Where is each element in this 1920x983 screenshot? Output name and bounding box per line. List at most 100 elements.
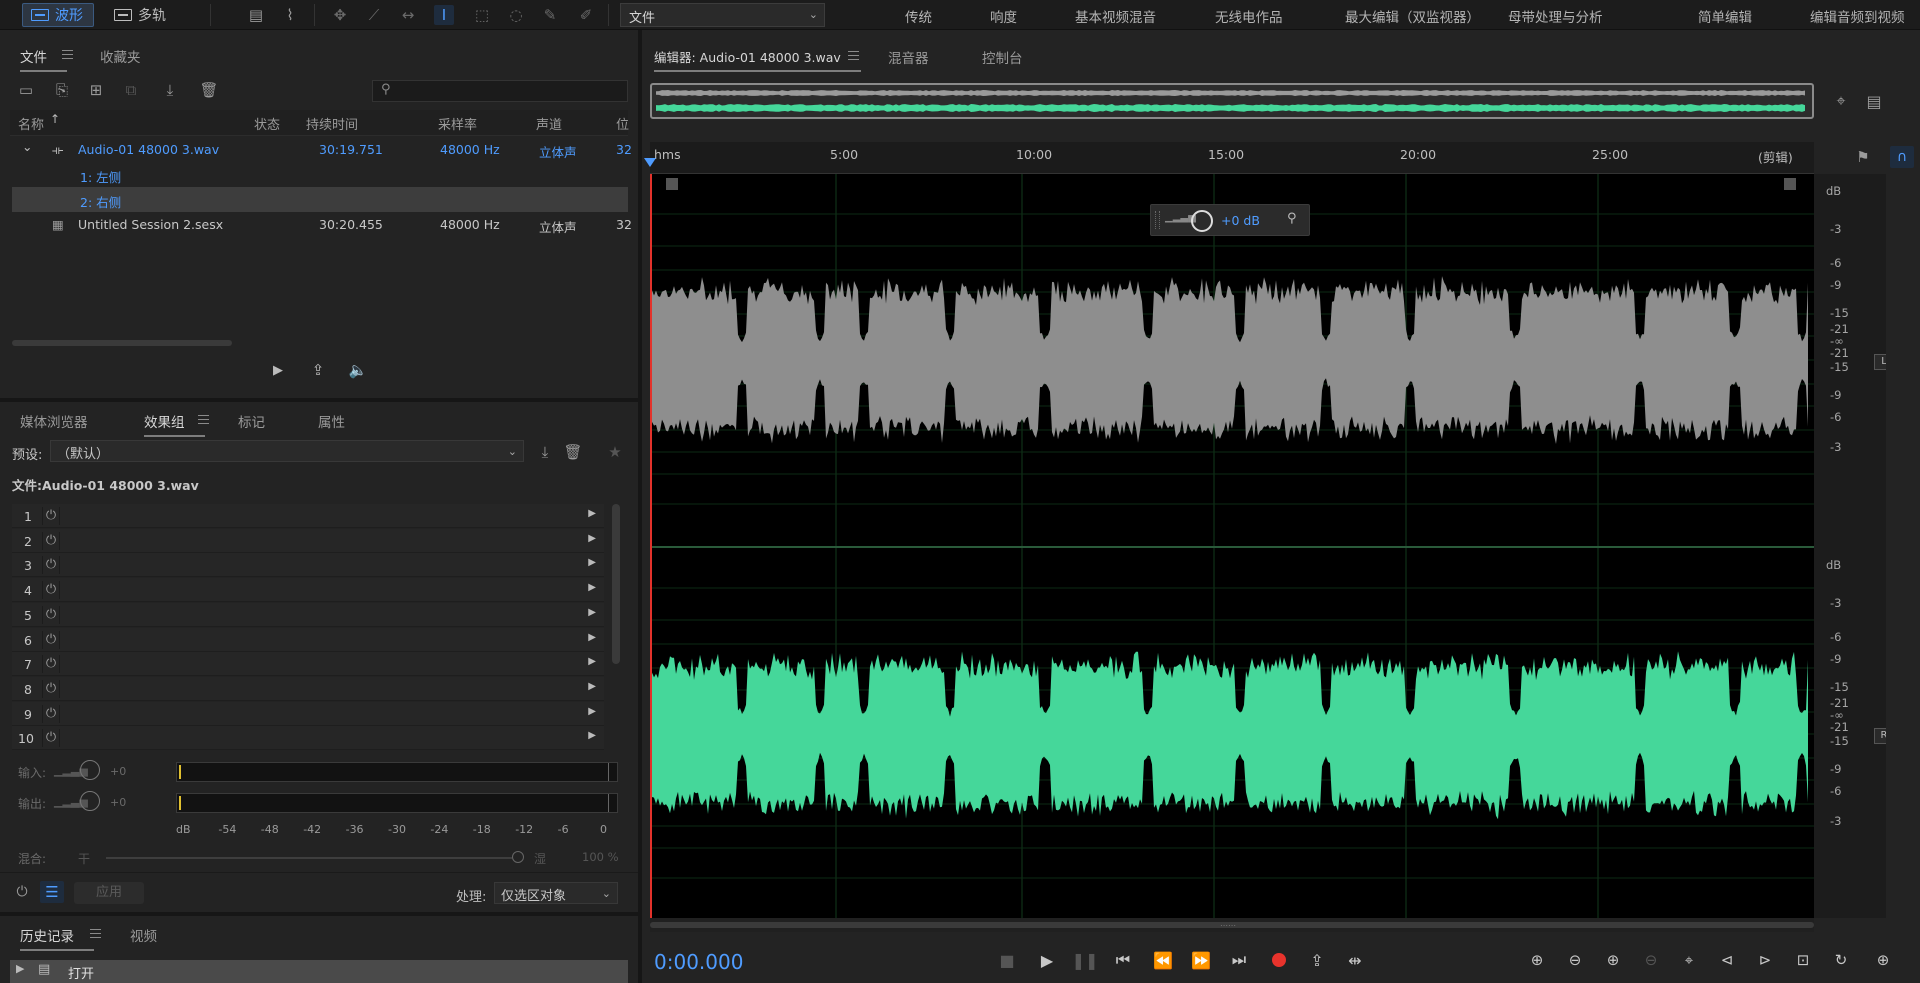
current-time-display[interactable]: 0:00.000 [654,950,743,974]
power-icon[interactable]: ⏻ [42,630,60,649]
tab-video[interactable]: 视频 [130,925,157,945]
fade-out-handle-icon[interactable] [1784,178,1796,190]
spectral-display-icon[interactable]: ▤ [246,5,266,25]
power-icon[interactable]: ⏻ [42,729,60,748]
effect-slot[interactable]: 2 ⏻ ▶ [12,528,604,553]
horizontal-scroll-zoom[interactable]: ⋯⋯ [650,918,1814,932]
power-icon[interactable]: ⏻ [42,531,60,550]
tab-mixer[interactable]: 混音器 [888,47,929,67]
move-tool-icon[interactable]: ✥ [330,5,350,25]
loop-playback-icon[interactable]: ⇪ [1304,948,1330,972]
save-preset-icon[interactable]: ⤓ [534,442,556,462]
rack-scrollbar[interactable] [612,504,620,664]
pause-icon[interactable]: ❚❚ [1072,948,1099,972]
skip-selection-icon[interactable]: ⇹ [1342,948,1368,972]
play-icon[interactable]: ▶ [268,360,288,380]
workspace-classic[interactable]: 传统 [905,6,932,26]
power-icon[interactable]: ⏻ [42,605,60,624]
playhead-marker-icon[interactable] [644,158,656,167]
list-view-icon[interactable]: ☰ [40,881,64,903]
tab-files[interactable]: 文件 [20,46,67,72]
go-to-start-icon[interactable]: ⏮ [1110,948,1136,972]
effect-slot[interactable]: 4 ⏻ ▶ [12,578,604,603]
multitrack-mode-button[interactable]: 多轨 [106,3,176,27]
workspace-mastering[interactable]: 母带处理与分析 [1508,6,1603,26]
workspace-select[interactable]: 文件 ⌄ [620,3,825,27]
spot-healing-tool-icon[interactable]: ✐ [576,5,596,25]
effect-slot[interactable]: 5 ⏻ ▶ [12,602,604,627]
chevron-right-icon[interactable]: ▶ [588,533,596,544]
chevron-right-icon[interactable]: ▶ [588,557,596,568]
pitch-display-icon[interactable]: ⌇ [280,5,300,25]
zoom-in-at-end-icon[interactable]: ⊳ [1752,948,1778,972]
chevron-right-icon[interactable]: ▶ [588,582,596,593]
zoom-in-at-start-icon[interactable]: ⊲ [1714,948,1740,972]
search-input[interactable]: ⚲ [372,80,628,102]
chevron-right-icon[interactable]: ▶ [588,730,596,741]
hud-gain-control[interactable]: ▁▂▃▅ +0 dB ⚲ [1150,204,1310,236]
insert-icon[interactable]: ⧉ [120,80,142,100]
output-gain-knob[interactable] [80,791,100,811]
tab-console[interactable]: 控制台 [982,47,1023,67]
workspace-max-edit[interactable]: 最大编辑（双监视器） [1345,6,1480,26]
col-duration[interactable]: 持续时间 [306,114,358,133]
power-icon[interactable]: ⏻ [42,655,60,674]
export-icon[interactable]: ⤓ [158,80,182,100]
tab-editor[interactable]: 编辑器: Audio-01 48000 3.wav [654,47,861,72]
apply-button[interactable]: 应用 [74,882,144,904]
marquee-tool-icon[interactable]: ⬚ [472,5,492,25]
razor-tool-icon[interactable]: ⟋ [364,5,384,25]
gain-knob[interactable] [1191,210,1213,232]
zoom-in-time-icon[interactable]: ⊕ [1600,948,1626,972]
stop-icon[interactable]: ■ [994,948,1020,972]
chevron-down-icon[interactable]: ⌄ [22,139,32,154]
mix-slider-track[interactable] [106,857,512,859]
effect-slot[interactable]: 8 ⏻ ▶ [12,676,604,701]
preset-select[interactable]: （默认） ⌄ [50,440,524,462]
history-item[interactable]: ▶ ▤ 打开 [10,960,628,983]
autoplay-speaker-icon[interactable]: 🔈 [344,360,372,380]
zoom-to-selection-icon[interactable]: ⊡ [1790,948,1816,972]
mix-slider-handle[interactable] [512,851,524,863]
time-selection-tool-icon[interactable]: I [434,5,454,25]
tab-favorites[interactable]: 收藏夹 [100,46,141,66]
workspace-simple-edit[interactable]: 简单编辑 [1698,6,1752,26]
chevron-right-icon[interactable]: ▶ [588,706,596,717]
col-bits[interactable]: 位 [616,114,629,133]
trash-icon[interactable]: 🗑 [198,80,220,100]
chevron-right-icon[interactable]: ▶ [588,681,596,692]
col-status[interactable]: 状态 [254,114,280,133]
waveform-display[interactable] [650,174,1814,918]
power-icon[interactable]: ⏻ [42,679,60,698]
pin-icon[interactable]: ⚲ [1287,211,1297,226]
input-gain-knob[interactable] [80,760,100,780]
fade-in-handle-icon[interactable] [666,178,678,190]
panel-menu-icon[interactable] [848,51,859,60]
open-file-icon[interactable]: ▭ [16,80,36,100]
effect-slot[interactable]: 1 ⏻ ▶ [12,504,604,528]
workspace-radio[interactable]: 无线电作品 [1215,6,1283,26]
waveform-mode-button[interactable]: 波形 [22,3,94,27]
workspace-video-mix[interactable]: 基本视频混音 [1075,6,1156,26]
power-icon[interactable]: ⏻ [12,882,32,902]
power-icon[interactable]: ⏻ [42,556,60,575]
channel-row[interactable]: 2: 右侧 [12,187,628,212]
power-icon[interactable]: ⏻ [42,581,60,600]
new-file-icon[interactable]: ⊞ [84,80,108,100]
overview-waveform[interactable] [650,83,1814,119]
effect-slot[interactable]: 9 ⏻ ▶ [12,701,604,726]
record-button[interactable] [1266,948,1292,972]
go-to-end-icon[interactable]: ⏭ [1226,948,1252,972]
zoom-out-full-icon[interactable]: ⌖ [1676,948,1702,972]
headphones-icon[interactable]: ∩ [1890,146,1914,168]
import-file-icon[interactable]: ⎘ [50,80,74,100]
zoom-out-amplitude-icon[interactable]: ⊖ [1562,948,1588,972]
time-ruler[interactable]: hms 5:00 10:00 15:00 20:00 25:00 (剪辑) [644,142,1814,174]
drag-handle-icon[interactable] [1155,211,1160,229]
show-all-icon[interactable]: ▤ [1862,89,1886,113]
zoom-full-icon[interactable]: ⊕ [1870,948,1896,972]
effect-slot[interactable]: 10 ⏻ ▶ [12,726,604,751]
lasso-tool-icon[interactable]: ◌ [506,5,526,25]
brush-tool-icon[interactable]: ✎ [540,5,560,25]
effect-slot[interactable]: 7 ⏻ ▶ [12,652,604,677]
